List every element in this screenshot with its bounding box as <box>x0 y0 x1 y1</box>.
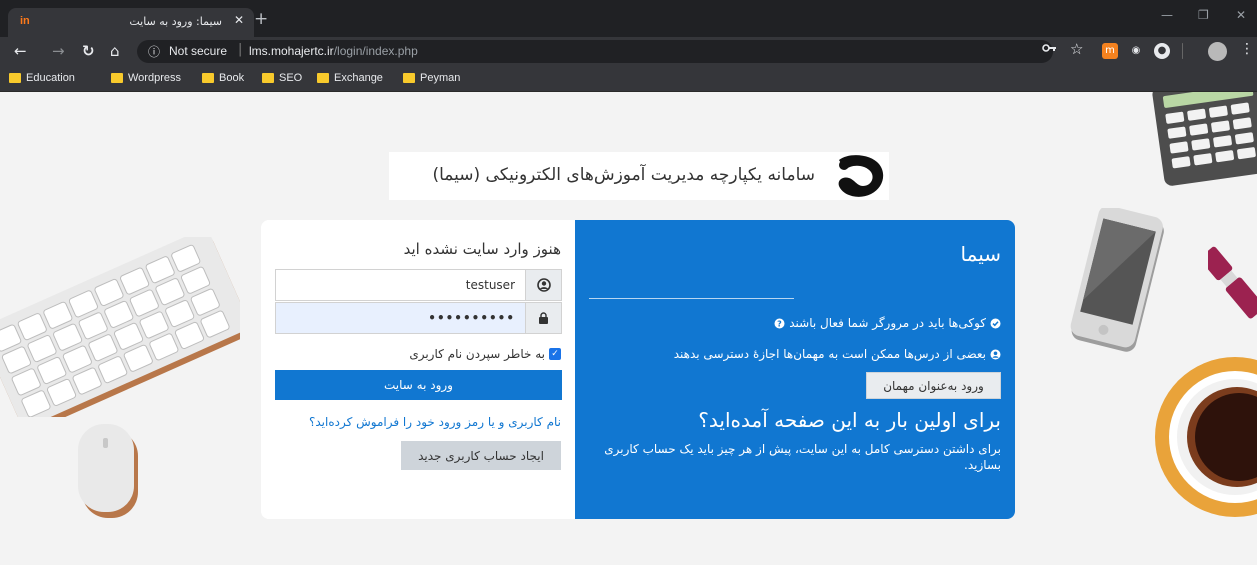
phone-illustration <box>1070 208 1164 352</box>
remember-username[interactable]: ✓ به خاطر سپردن نام کاربری <box>409 347 561 361</box>
password-input[interactable] <box>276 303 525 333</box>
back-icon[interactable]: ← <box>14 42 27 60</box>
toolbar-divider <box>1182 43 1183 59</box>
tab-close-icon[interactable]: ✕ <box>234 13 244 27</box>
folder-icon <box>202 73 214 83</box>
first-time-text: برای داشتن دسترسی کامل به این سایت، پیش … <box>604 442 1001 472</box>
browser-toolbar: ← → ↻ ⌂ ⓘ Not secure | lms.mohajertc.ir/… <box>0 37 1257 66</box>
keyboard-illustration <box>0 237 240 417</box>
browser-menu-icon[interactable]: ⋮ <box>1240 41 1254 57</box>
guest-notice: بعضی از درس‌ها ممکن است به مهمان‌ها اجاز… <box>674 347 1001 361</box>
forgot-password-link[interactable]: نام کاربری و یا رمز ورود خود را فراموش ک… <box>309 415 561 429</box>
coffee-cup-illustration <box>1155 357 1257 517</box>
bookmark-label: Education <box>26 72 75 84</box>
forward-icon[interactable]: → <box>52 42 65 60</box>
calculator-illustration <box>1152 92 1257 186</box>
extension-icon-circle[interactable]: ● <box>1154 43 1170 59</box>
check-circle-icon <box>990 318 1001 328</box>
bookmark-exchange[interactable]: Exchange <box>317 72 383 84</box>
profile-avatar[interactable] <box>1208 42 1227 61</box>
home-icon[interactable]: ⌂ <box>110 42 120 60</box>
folder-icon <box>111 73 123 83</box>
login-form-panel: هنوز وارد سایت نشده اید ✓ به خاطر سپردن … <box>261 220 575 519</box>
new-tab-button[interactable]: + <box>254 10 268 28</box>
folder-icon <box>403 73 415 83</box>
bookmark-label: Wordpress <box>128 72 181 84</box>
cookies-notice: کوکی‌ها باید در مرورگر شما فعال باشند ? <box>774 316 1001 330</box>
bookmark-book[interactable]: Book <box>202 72 244 84</box>
login-heading: هنوز وارد سایت نشده اید <box>403 240 561 258</box>
login-page: سامانه یکپارچه مدیریت آموزش‌های الکترونی… <box>0 92 1257 565</box>
info-title: سیما <box>960 242 1001 266</box>
bookmark-peyman[interactable]: Peyman <box>403 72 460 84</box>
bookmark-wordpress[interactable]: Wordpress <box>111 72 181 84</box>
site-info-panel: سیما کوکی‌ها باید در مرورگر شما فعال باش… <box>575 220 1015 519</box>
window-minimize-button[interactable]: — <box>1161 8 1173 22</box>
bookmark-label: Exchange <box>334 72 383 84</box>
create-account-button[interactable]: ایجاد حساب کاربری جدید <box>401 441 561 470</box>
folder-icon <box>317 73 329 83</box>
help-icon[interactable]: ? <box>774 318 785 329</box>
reload-icon[interactable]: ↻ <box>82 42 95 60</box>
folder-icon <box>262 73 274 83</box>
password-field <box>275 302 562 334</box>
login-card: هنوز وارد سایت نشده اید ✓ به خاطر سپردن … <box>261 220 1015 519</box>
username-field <box>275 269 562 301</box>
tab-favicon: in <box>20 15 30 27</box>
usb-illustration <box>1208 246 1257 319</box>
mouse-illustration <box>78 424 138 518</box>
guest-notice-text: بعضی از درس‌ها ممکن است به مهمان‌ها اجاز… <box>673 347 986 361</box>
remember-label: به خاطر سپردن نام کاربری <box>409 347 545 361</box>
security-label: Not secure <box>169 44 228 58</box>
window-close-button[interactable]: ✕ <box>1236 8 1246 22</box>
bookmark-education[interactable]: Education <box>9 72 75 84</box>
remember-checkbox[interactable]: ✓ <box>549 348 561 360</box>
svg-text:?: ? <box>777 319 782 328</box>
user-icon <box>525 270 561 300</box>
url-text[interactable]: lms.mohajertc.ir/login/index.php <box>249 44 418 58</box>
bookmark-label: Peyman <box>420 72 461 84</box>
camera-icon[interactable]: ◉ <box>1128 43 1144 59</box>
bookmarks-bar: Education Wordpress Book SEO Exchange Pe… <box>0 66 1257 92</box>
guest-login-button[interactable]: ورود به‌عنوان مهمان <box>866 372 1001 399</box>
site-logo-banner: سامانه یکپارچه مدیریت آموزش‌های الکترونی… <box>389 152 889 200</box>
info-icon[interactable]: ⓘ <box>148 43 160 60</box>
username-input[interactable] <box>276 270 525 300</box>
key-icon[interactable] <box>1042 42 1057 56</box>
folder-icon <box>9 73 21 83</box>
site-logo-icon <box>838 155 884 197</box>
bookmark-label: Book <box>219 72 245 84</box>
cookies-notice-text: کوکی‌ها باید در مرورگر شما فعال باشند <box>789 316 986 330</box>
info-divider <box>589 298 794 299</box>
extension-icon-mo[interactable]: m <box>1102 43 1118 59</box>
url-path: /login/index.php <box>333 44 418 58</box>
bookmark-label: SEO <box>279 72 303 84</box>
window-restore-button[interactable]: ❐ <box>1198 8 1209 22</box>
login-button[interactable]: ورود به سایت <box>275 370 562 400</box>
url-host: lms.mohajertc.ir <box>249 44 334 58</box>
first-time-heading: برای اولین بار به این صفحه آمده‌اید؟ <box>698 408 1001 432</box>
lock-icon <box>525 303 561 333</box>
tab-title: سیما: ورود به سایت <box>129 15 222 28</box>
user-circle-icon <box>990 349 1001 359</box>
bookmark-seo[interactable]: SEO <box>262 72 302 84</box>
url-separator: | <box>238 42 243 57</box>
bookmark-star-icon[interactable]: ☆ <box>1070 40 1083 58</box>
browser-tab-strip: in سیما: ورود به سایت ✕ + — ❐ ✕ <box>0 0 1257 37</box>
address-bar[interactable]: ⓘ Not secure | lms.mohajertc.ir/login/in… <box>137 40 1053 63</box>
browser-tab[interactable]: in سیما: ورود به سایت ✕ <box>8 8 254 37</box>
site-title: سامانه یکپارچه مدیریت آموزش‌های الکترونی… <box>432 165 816 185</box>
